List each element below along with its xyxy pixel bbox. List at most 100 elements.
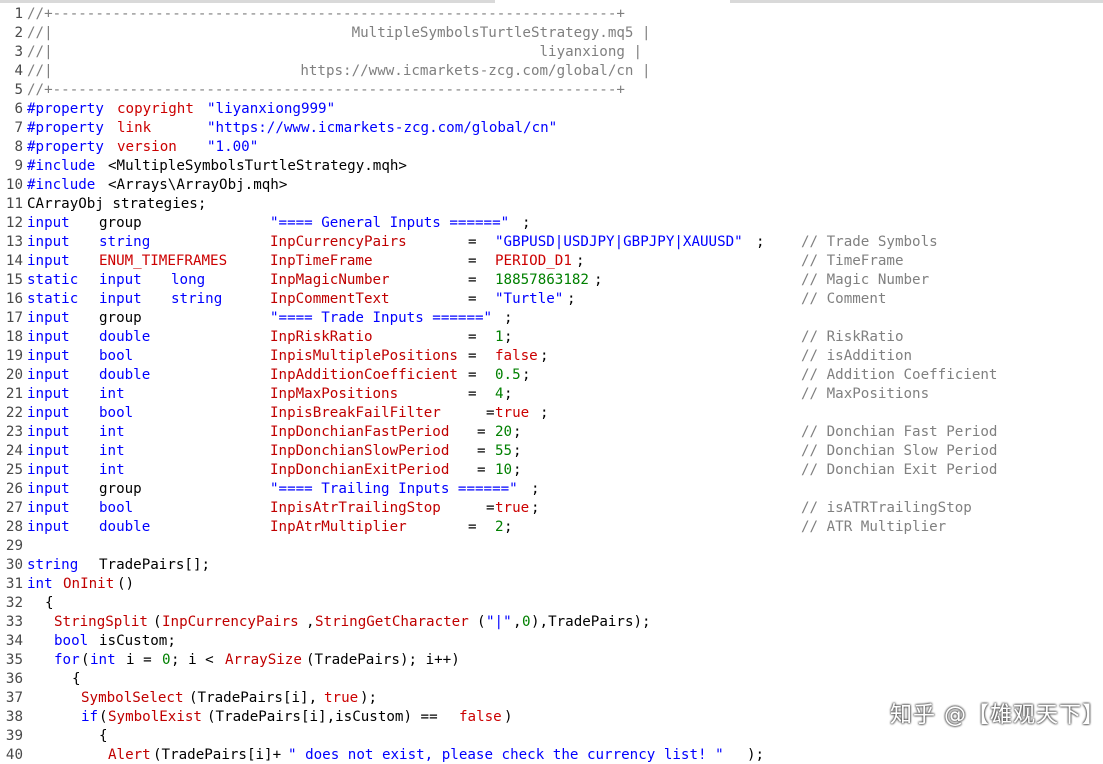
- code-token: int: [99, 386, 125, 402]
- code-token: InpRiskRatio: [270, 329, 373, 345]
- code-line[interactable]: 33 StringSplit(InpCurrencyPairs, StringGet…: [0, 613, 1103, 632]
- code-line[interactable]: 35 for(int i = 0; i < ArraySize (TradePairs…: [0, 651, 1103, 670]
- code-token: version: [117, 139, 177, 155]
- code-line[interactable]: 25 input int InpDonchianExitPeriod = 10; // Do…: [0, 461, 1103, 480]
- code-line[interactable]: 17 input group "==== Trade Inputs ======";: [0, 309, 1103, 328]
- code-token: ENUM_TIMEFRAMES: [99, 253, 228, 269]
- watermark-text: 知乎 @【雄观天下】: [890, 703, 1103, 728]
- code-token: "==== Trailing Inputs ======": [270, 481, 518, 497]
- code-line[interactable]: 9 #include <MultipleSymbolsTurtleStrategy.…: [0, 157, 1103, 176]
- code-token: bool: [99, 405, 134, 421]
- code-line[interactable]: 28 input double InpAtrMultiplier = 2; // ATR M…: [0, 518, 1103, 537]
- code-line[interactable]: 12 input group "==== General Inputs ======"…: [0, 214, 1103, 233]
- line-number: 22: [5, 405, 23, 421]
- line-number: 40: [5, 747, 23, 763]
- code-line[interactable]: 8 #property version "1.00": [0, 138, 1103, 157]
- line-number: 2: [14, 25, 23, 41]
- line-number: 29: [5, 538, 23, 554]
- code-line[interactable]: 21 input int InpMaxPositions = 4; // MaxPositi…: [0, 385, 1103, 404]
- line-number: 38: [5, 709, 23, 725]
- code-line[interactable]: 11 CArrayObj strategies;: [0, 195, 1103, 214]
- code-line[interactable]: 5//+------------------------------------…: [0, 81, 1103, 100]
- code-line[interactable]: 15 static input long InpMagicNumber = 18857863…: [0, 271, 1103, 290]
- code-token: InpAtrMultiplier: [270, 519, 407, 535]
- line-number: 7: [14, 120, 23, 136]
- code-line[interactable]: 40 Alert (TradePairs[i]+ " does not exist, …: [0, 746, 1103, 764]
- code-token: =: [468, 234, 477, 250]
- code-token: (TradePairs); i++): [306, 652, 460, 668]
- code-line[interactable]: 24 input int InpDonchianSlowPeriod = 55; // Do…: [0, 442, 1103, 461]
- code-line[interactable]: 16 static input string InpCommentText = "Turtl…: [0, 290, 1103, 309]
- code-token: // Donchian Fast Period: [801, 424, 998, 440]
- code-token: string: [171, 291, 223, 307]
- code-token: 0: [522, 614, 531, 630]
- code-token: //+-------------------------------------…: [27, 82, 625, 98]
- code-line[interactable]: 31 int OnInit(): [0, 575, 1103, 594]
- tab-left[interactable]: [0, 0, 495, 3]
- code-line[interactable]: 36 {: [0, 670, 1103, 689]
- line-number: 8: [14, 139, 23, 155]
- code-line[interactable]: 3//| liyanxiong |: [0, 43, 1103, 62]
- code-line[interactable]: 18 input double InpRiskRatio = 1; // RiskRatio: [0, 328, 1103, 347]
- code-line[interactable]: 34 bool isCustom;: [0, 632, 1103, 651]
- line-number: 5: [14, 82, 23, 98]
- code-token: for: [54, 652, 80, 668]
- code-token: input: [27, 519, 70, 535]
- line-number: 19: [5, 348, 23, 364]
- code-token: ;: [576, 253, 585, 269]
- line-number: 25: [5, 462, 23, 478]
- code-line[interactable]: 23 input int InpDonchianFastPeriod = 20; // Do…: [0, 423, 1103, 442]
- code-token: ;: [513, 424, 522, 440]
- code-token: #property: [27, 139, 104, 155]
- code-token: InpisAtrTrailingStop: [270, 500, 441, 516]
- code-token: ;: [567, 291, 576, 307]
- code-token: (TradePairs[i]+: [153, 747, 282, 763]
- code-token: 0: [162, 652, 171, 668]
- code-line[interactable]: 7 #property link "https://www.icmarkets-zcg…: [0, 119, 1103, 138]
- code-line[interactable]: 22 input bool InpisBreakFailFilter = true;: [0, 404, 1103, 423]
- code-token: // Donchian Slow Period: [801, 443, 998, 459]
- code-token: =: [468, 291, 477, 307]
- code-token: #include: [27, 177, 96, 193]
- code-token: =: [468, 386, 477, 402]
- line-number: 16: [5, 291, 23, 307]
- code-line[interactable]: 19 input bool InpisMultiplePositions = false;…: [0, 347, 1103, 366]
- code-line[interactable]: 20 input double InpAdditionCoefficient = 0.5;…: [0, 366, 1103, 385]
- line-number: 30: [5, 557, 23, 573]
- code-line[interactable]: 2//| MultipleSymbolsTurtleStrategy.mq5 |: [0, 24, 1103, 43]
- code-token: );: [747, 747, 765, 763]
- code-line[interactable]: 13 input string InpCurrencyPairs = "GBPUSD|US…: [0, 233, 1103, 252]
- line-number: 24: [5, 443, 23, 459]
- code-token: #property: [27, 101, 104, 117]
- code-line[interactable]: 1//+------------------------------------…: [0, 5, 1103, 24]
- tab-right[interactable]: [730, 0, 1103, 3]
- code-line[interactable]: 6 #property copyright "liyanxiong999": [0, 100, 1103, 119]
- code-token: 55: [495, 443, 513, 459]
- code-token: =: [486, 500, 495, 516]
- code-token: input: [27, 215, 70, 231]
- code-line[interactable]: 14 input ENUM_TIMEFRAMES InpTimeFrame = PERIO…: [0, 252, 1103, 271]
- code-line[interactable]: 29: [0, 537, 1103, 556]
- line-number: 36: [5, 671, 23, 687]
- code-line[interactable]: 10 #include <Arrays\ArrayObj.mqh>: [0, 176, 1103, 195]
- code-line[interactable]: 27 input bool InpisAtrTrailingStop = true; // …: [0, 499, 1103, 518]
- tab-gap: [565, 0, 730, 3]
- code-token: StringGetCharacter: [315, 614, 469, 630]
- line-number: 26: [5, 481, 23, 497]
- code-token: =: [468, 519, 477, 535]
- code-token: isCustom;: [99, 633, 176, 649]
- code-token: int: [99, 462, 125, 478]
- code-token: #include: [27, 158, 96, 174]
- code-editor[interactable]: 1//+------------------------------------…: [0, 5, 1103, 764]
- code-token: ;: [522, 367, 531, 383]
- code-line[interactable]: 4//| https://www.icmarkets-zcg.com/globa…: [0, 62, 1103, 81]
- code-token: input: [27, 443, 70, 459]
- code-token: "|": [486, 614, 512, 630]
- code-token: bool: [54, 633, 89, 649]
- line-number: 35: [5, 652, 23, 668]
- code-token: //| MultipleSymbolsTurtleStrategy.mq5 |: [27, 25, 651, 41]
- code-token: string: [27, 557, 79, 573]
- code-line[interactable]: 30 string TradePairs[];: [0, 556, 1103, 575]
- code-line[interactable]: 32 {: [0, 594, 1103, 613]
- code-line[interactable]: 26 input group "==== Trailing Inputs ======…: [0, 480, 1103, 499]
